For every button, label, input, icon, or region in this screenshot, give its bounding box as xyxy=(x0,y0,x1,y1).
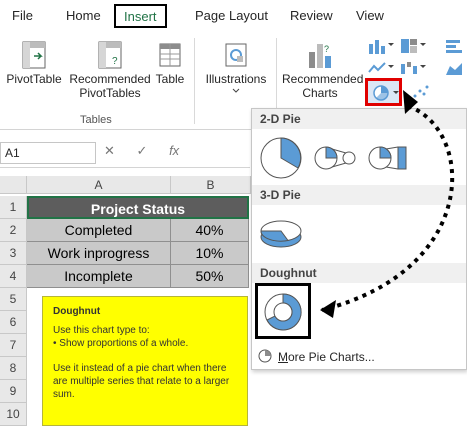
formula-bar: A1 ✕ ✓ fx xyxy=(0,138,250,168)
table-button[interactable]: Table xyxy=(152,40,188,86)
pie-chart-option[interactable] xyxy=(258,135,304,181)
more-pie-charts-link[interactable]: More Pie Charts... xyxy=(258,349,375,364)
pivottable-button[interactable]: PivotTable xyxy=(6,40,62,86)
more-pie-charts-label: ore Pie Charts... xyxy=(288,350,375,364)
hierarchy-chart-icon[interactable] xyxy=(400,38,418,54)
doughnut-tooltip: Doughnut Use this chart type to: • Show … xyxy=(42,296,248,426)
table-cell-status[interactable]: Work inprogress xyxy=(27,242,171,265)
row-header[interactable]: 7 xyxy=(0,334,27,357)
svg-text:?: ? xyxy=(112,56,118,67)
row-header[interactable]: 4 xyxy=(0,265,27,288)
svg-text:?: ? xyxy=(324,44,329,54)
more-pie-charts-mnemonic: M xyxy=(278,350,288,364)
insert-function-icon[interactable]: fx xyxy=(169,143,179,158)
column-header-a[interactable]: A xyxy=(27,176,171,194)
3d-pie-option[interactable] xyxy=(258,209,304,255)
illustrations-label: Illustrations xyxy=(205,72,267,86)
column-header-b[interactable]: B xyxy=(171,176,251,194)
formula-bar-buttons: ✕ ✓ fx xyxy=(104,143,179,159)
tab-file[interactable]: File xyxy=(12,8,33,23)
tooltip-title: Doughnut xyxy=(53,306,101,317)
chevron-down-icon[interactable] xyxy=(420,43,426,47)
tab-insert[interactable]: Insert xyxy=(114,4,167,28)
pivottable-label: PivotTable xyxy=(6,72,62,86)
name-box[interactable]: A1 xyxy=(0,142,96,164)
tables-group-label: Tables xyxy=(80,114,112,126)
row-header[interactable]: 9 xyxy=(0,380,27,403)
tooltip-text: Use it instead of a pie chart when there… xyxy=(53,363,230,400)
enter-icon[interactable]: ✓ xyxy=(137,143,148,158)
table-cell-status[interactable]: Completed xyxy=(27,219,171,242)
pivottable-icon xyxy=(22,41,46,69)
dotted-arrow xyxy=(320,90,455,318)
select-all-corner[interactable] xyxy=(0,176,27,194)
tab-page-layout[interactable]: Page Layout xyxy=(195,8,268,23)
column-chart-icon[interactable] xyxy=(368,38,386,54)
group-divider xyxy=(194,38,195,124)
chevron-down-icon xyxy=(232,88,240,93)
recommended-pivottables-label-1: Recommended xyxy=(69,72,151,86)
table-cell-percent[interactable]: 40% xyxy=(171,219,249,242)
recommended-pivottables-icon: ? xyxy=(98,41,122,69)
illustrations-button[interactable]: Illustrations xyxy=(200,40,272,96)
bar-chart-icon[interactable] xyxy=(445,38,463,54)
table-cell-percent[interactable]: 50% xyxy=(171,265,249,288)
tooltip-text: Use this chart type to: xyxy=(53,325,150,336)
row-header[interactable]: 1 xyxy=(0,196,27,219)
table-cell-percent[interactable]: 10% xyxy=(171,242,249,265)
tooltip-text: • Show proportions of a whole. xyxy=(53,338,189,349)
table-icon xyxy=(159,43,181,67)
illustrations-icon xyxy=(225,43,247,67)
row-header[interactable]: 8 xyxy=(0,357,27,380)
row-header[interactable]: 3 xyxy=(0,242,27,265)
row-header[interactable]: 6 xyxy=(0,311,27,334)
table-header-cell[interactable]: Project Status xyxy=(27,196,249,219)
chevron-down-icon[interactable] xyxy=(388,43,394,47)
recommended-pivottables-label-2: PivotTables xyxy=(79,86,141,100)
tab-view[interactable]: View xyxy=(356,8,384,23)
ribbon-tab-bar: File Home Insert Page Layout Review View xyxy=(0,0,467,34)
tab-review[interactable]: Review xyxy=(290,8,333,23)
cancel-icon[interactable]: ✕ xyxy=(104,143,115,158)
table-label: Table xyxy=(155,72,185,86)
row-header[interactable]: 10 xyxy=(0,403,27,426)
table-cell-status[interactable]: Incomplete xyxy=(27,265,171,288)
tab-home[interactable]: Home xyxy=(66,8,101,23)
pie-chart-icon xyxy=(258,349,272,363)
row-header[interactable]: 2 xyxy=(0,219,27,242)
row-header[interactable]: 5 xyxy=(0,288,27,311)
recommended-pivottables-button[interactable]: ? Recommended PivotTables xyxy=(64,40,156,100)
